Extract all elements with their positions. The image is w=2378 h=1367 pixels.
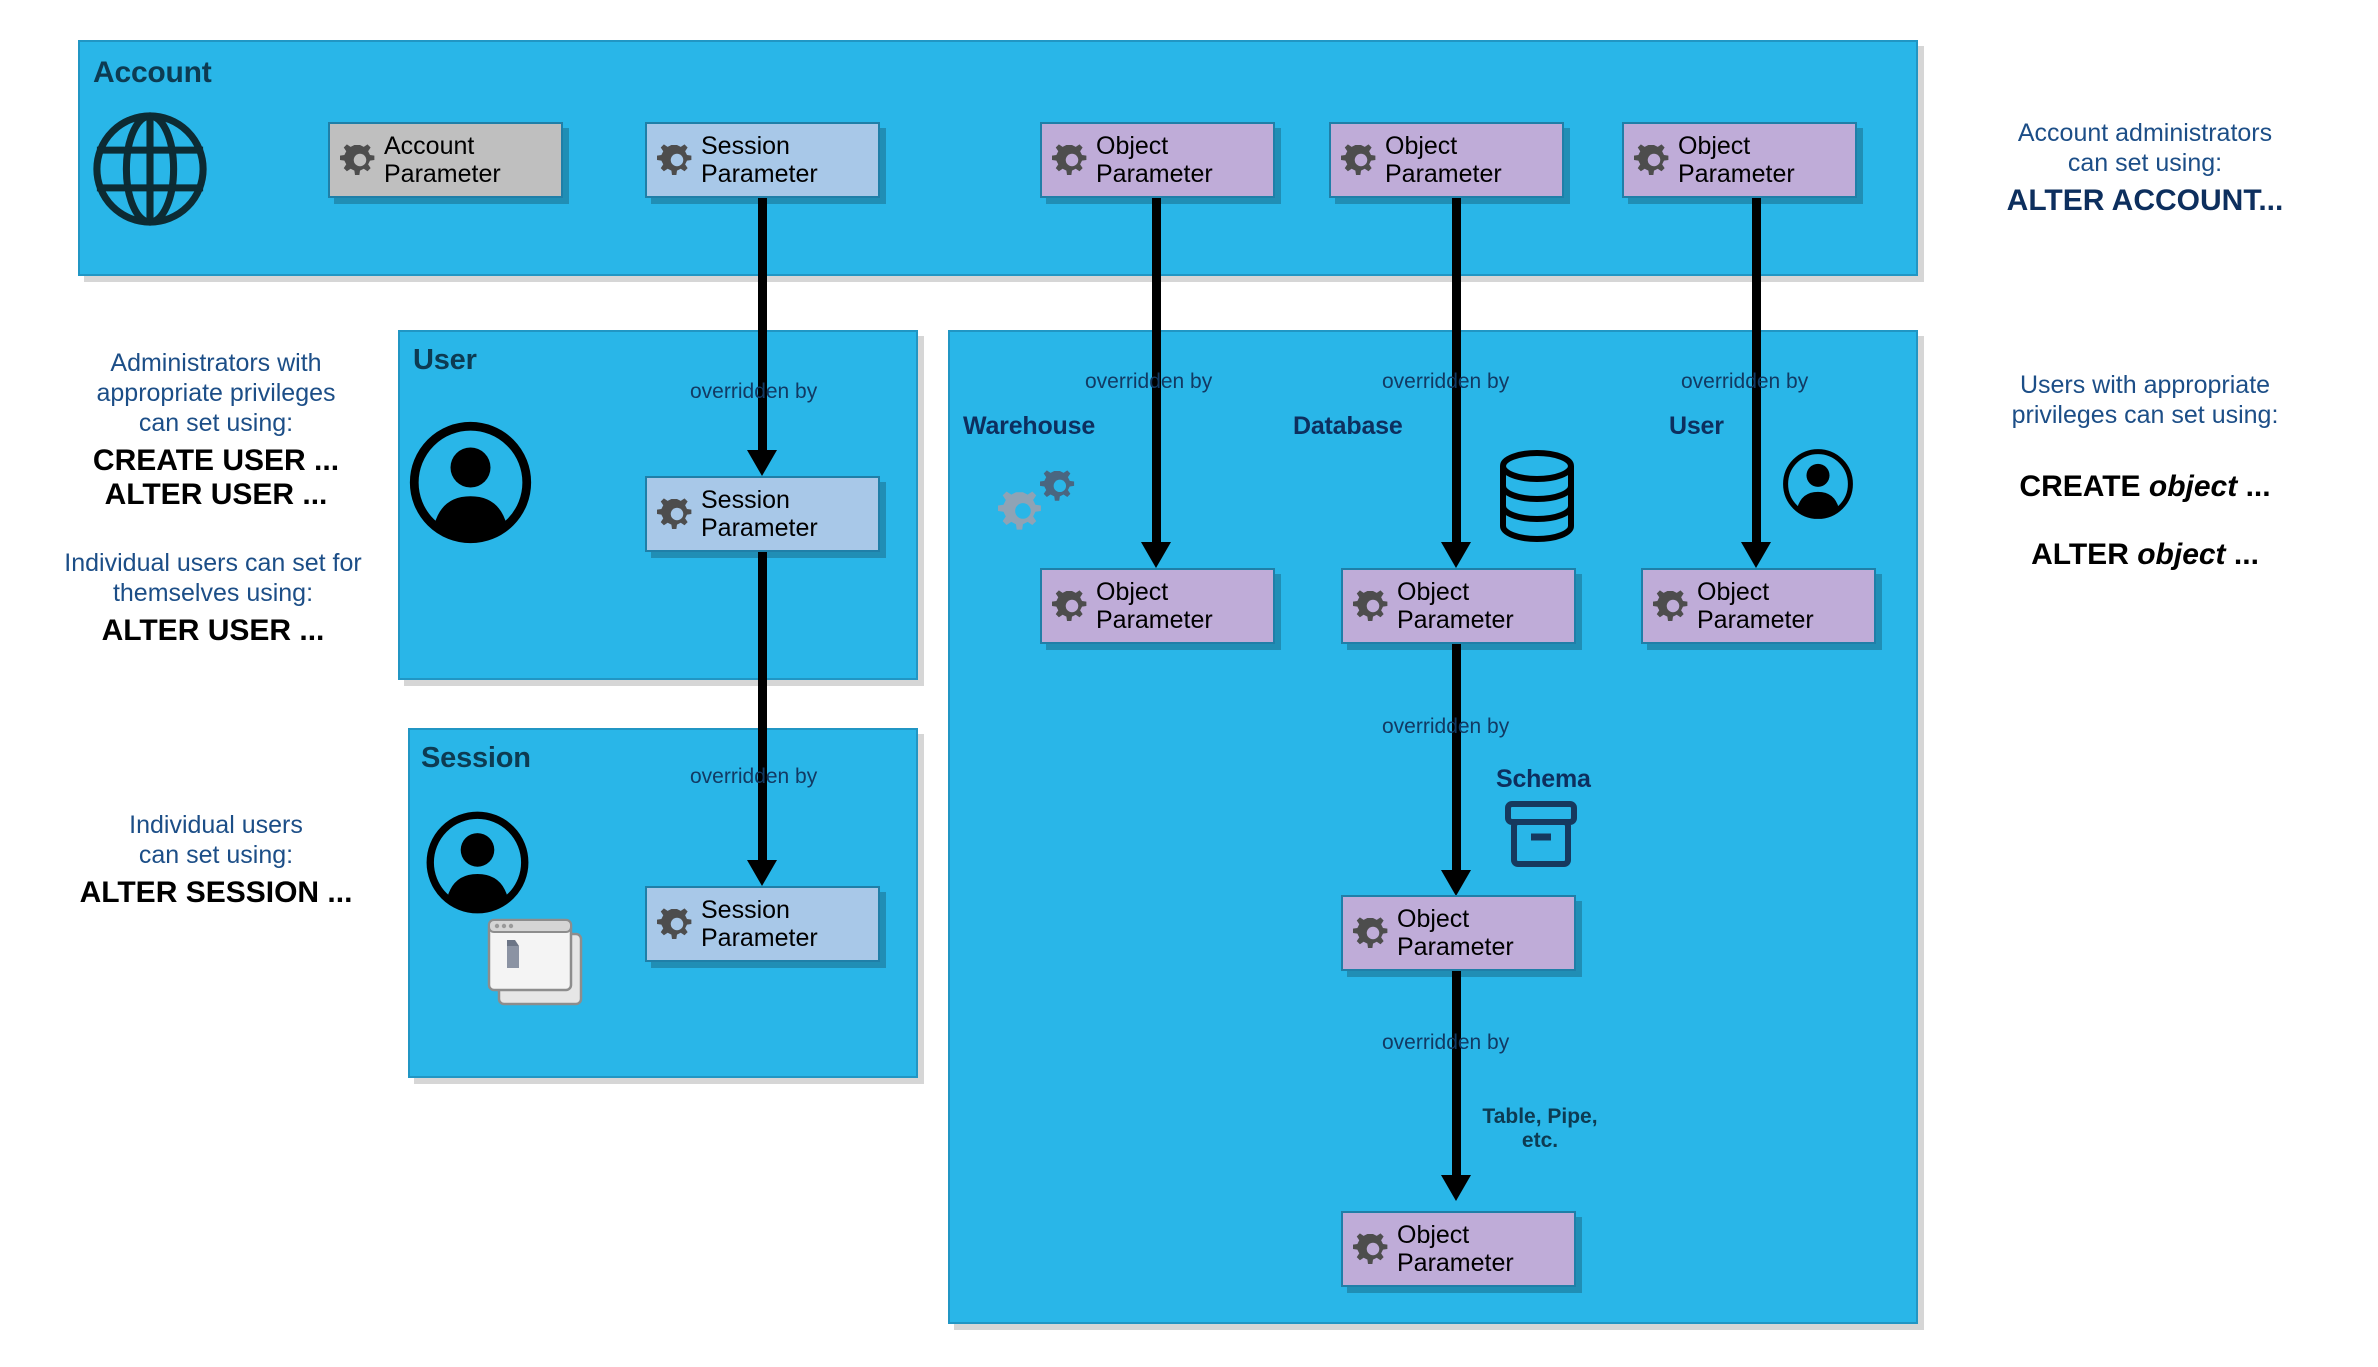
group-label-database: Database	[1293, 412, 1403, 440]
gear-icon	[1353, 586, 1393, 626]
gear-icon	[1052, 140, 1092, 180]
overridden-by-label-warehouse: overridden by	[1085, 370, 1213, 393]
arrow-head-schema-to-table	[1441, 1175, 1471, 1201]
note-account-admin-cmd: ALTER ACCOUNT...	[2006, 184, 2284, 217]
arrow-line-session-account-to-user	[758, 198, 767, 458]
note-object-users-cmd1: CREATE object ...	[1940, 436, 2350, 504]
panel-user-title: User	[413, 344, 477, 376]
note-object-users: Users with appropriate privileges can se…	[1940, 370, 2350, 572]
note-account-admin: Account administrators can set using: AL…	[1940, 118, 2350, 218]
group-label-warehouse: Warehouse	[963, 412, 1096, 440]
overridden-by-label-table: overridden by	[1382, 1031, 1510, 1054]
table-pipe-etc-label: Table, Pipe, etc.	[1482, 1105, 1598, 1152]
gear-icon	[1341, 140, 1381, 180]
session-parameter-box-user[interactable]: Session Parameter	[645, 476, 880, 552]
note-account-admin-desc: Account administrators can set using:	[2017, 119, 2273, 177]
note-user-self-desc: Individual users can set for themselves …	[64, 549, 362, 607]
application-window-icon	[485, 916, 595, 1010]
object-parameter-box-account-database[interactable]: Object Parameter	[1329, 122, 1564, 198]
overridden-by-label-schema: overridden by	[1382, 715, 1510, 738]
session-parameter-label: Session Parameter	[701, 896, 818, 952]
gear-icon	[657, 140, 697, 180]
note-object-users-cmd2-post: ...	[2225, 538, 2259, 571]
globe-icon	[90, 110, 210, 228]
note-object-users-cmd2-em: object	[2137, 538, 2226, 571]
arrow-head-session-user-to-session	[747, 860, 777, 886]
note-object-users-cmd1-em: object	[2148, 470, 2238, 503]
object-parameter-box-table[interactable]: Object Parameter	[1341, 1211, 1576, 1287]
object-parameter-label: Object Parameter	[1397, 1221, 1514, 1277]
note-object-users-desc: Users with appropriate privileges can se…	[2011, 371, 2279, 429]
arrow-line-database-to-schema	[1452, 644, 1461, 878]
note-object-users-cmd2: ALTER object ...	[1940, 504, 2350, 572]
object-parameter-box-database[interactable]: Object Parameter	[1341, 568, 1576, 644]
group-label-user-right: User	[1669, 412, 1724, 440]
database-cylinder-icon	[1494, 450, 1580, 542]
object-parameter-label: Object Parameter	[1397, 578, 1514, 634]
note-object-users-cmd2-pre: ALTER	[2031, 538, 2138, 571]
object-parameter-label: Object Parameter	[1096, 578, 1213, 634]
object-parameter-label: Object Parameter	[1096, 132, 1213, 188]
overridden-by-label-session-session: overridden by	[690, 765, 818, 788]
object-parameter-box-account-user[interactable]: Object Parameter	[1622, 122, 1857, 198]
note-user-admin-cmd2: ALTER USER ...	[104, 478, 328, 511]
person-avatar-icon	[408, 420, 533, 545]
session-parameter-label: Session Parameter	[701, 486, 818, 542]
schema-archive-box-icon	[1502, 800, 1580, 868]
object-parameter-label: Object Parameter	[1385, 132, 1502, 188]
object-parameter-box-schema[interactable]: Object Parameter	[1341, 895, 1576, 971]
arrow-head-object-account-to-database	[1441, 542, 1471, 568]
gear-icon	[1653, 586, 1693, 626]
gear-icon	[657, 494, 697, 534]
gear-icon	[1353, 913, 1393, 953]
arrow-head-object-account-to-user	[1741, 542, 1771, 568]
session-parameter-box-session[interactable]: Session Parameter	[645, 886, 880, 962]
gear-icon	[1634, 140, 1674, 180]
diagram-canvas: Account Account Parameter Session Parame…	[0, 0, 2378, 1367]
note-session-self: Individual users can set using: ALTER SE…	[30, 810, 402, 910]
overridden-by-label-database: overridden by	[1382, 370, 1510, 393]
session-parameter-box-account[interactable]: Session Parameter	[645, 122, 880, 198]
person-avatar-icon	[1782, 448, 1854, 520]
note-session-self-desc: Individual users can set using:	[129, 811, 303, 869]
arrow-head-database-to-schema	[1441, 870, 1471, 896]
note-session-self-cmd: ALTER SESSION ...	[79, 876, 353, 909]
arrow-head-object-account-to-warehouse	[1141, 542, 1171, 568]
account-parameter-box[interactable]: Account Parameter	[328, 122, 563, 198]
note-user-admin-cmd1: CREATE USER ...	[92, 444, 340, 477]
note-user-self-cmd: ALTER USER ...	[101, 614, 325, 647]
note-user-admin: Administrators with appropriate privileg…	[30, 348, 402, 512]
panel-account-title: Account	[93, 56, 212, 89]
panel-session-title: Session	[421, 742, 531, 774]
overridden-by-label-object-user: overridden by	[1681, 370, 1809, 393]
object-parameter-box-account-warehouse[interactable]: Object Parameter	[1040, 122, 1275, 198]
overridden-by-label-session-user: overridden by	[690, 380, 818, 403]
arrow-head-session-account-to-user	[747, 450, 777, 476]
person-avatar-icon	[425, 810, 530, 915]
gears-warehouse-icon	[998, 460, 1094, 544]
gear-icon	[340, 140, 380, 180]
gear-icon	[1353, 1229, 1393, 1269]
group-label-schema: Schema	[1496, 765, 1591, 793]
session-parameter-label: Session Parameter	[701, 132, 818, 188]
object-parameter-box-warehouse[interactable]: Object Parameter	[1040, 568, 1275, 644]
object-parameter-box-user[interactable]: Object Parameter	[1641, 568, 1876, 644]
arrow-line-session-user-to-session	[758, 552, 767, 868]
arrow-line-schema-to-table	[1452, 971, 1461, 1183]
account-parameter-label: Account Parameter	[384, 132, 501, 188]
object-parameter-label: Object Parameter	[1678, 132, 1795, 188]
object-parameter-label: Object Parameter	[1397, 905, 1514, 961]
note-user-self: Individual users can set for themselves …	[18, 548, 408, 648]
note-user-admin-desc: Administrators with appropriate privileg…	[96, 349, 336, 437]
gear-icon	[657, 904, 697, 944]
gear-icon	[1052, 586, 1092, 626]
note-object-users-cmd1-pre: CREATE	[2019, 470, 2149, 503]
object-parameter-label: Object Parameter	[1697, 578, 1814, 634]
note-object-users-cmd1-post: ...	[2237, 470, 2271, 503]
